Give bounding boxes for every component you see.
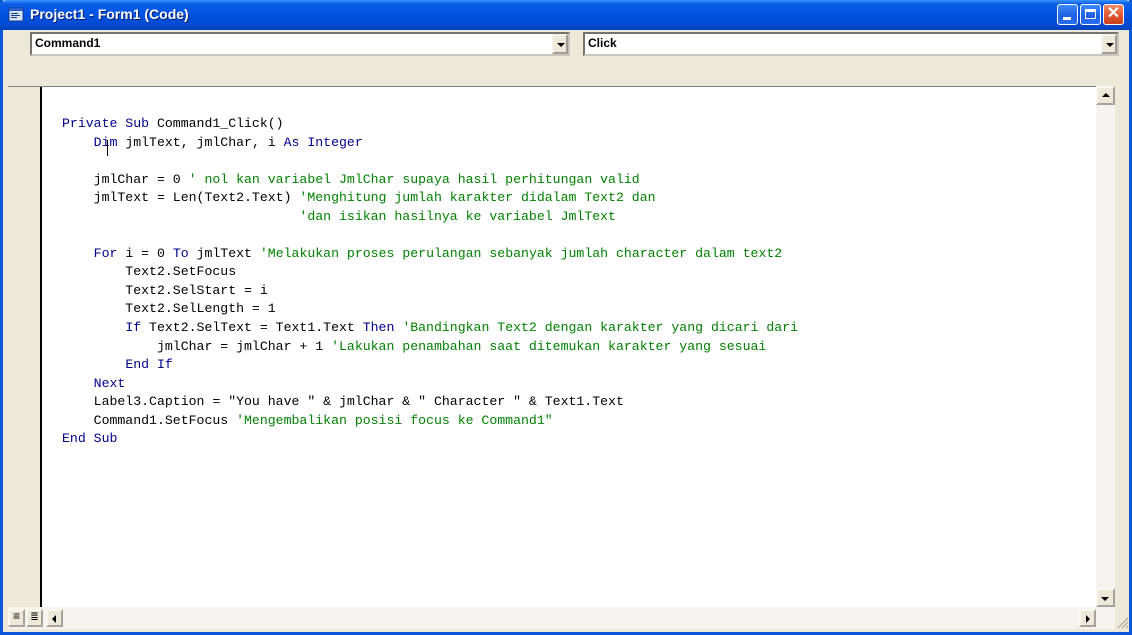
code-text[interactable]: Private Sub Command1_Click() Dim jmlText…	[62, 115, 798, 449]
code-token: i = 0	[117, 245, 173, 261]
code-token: jmlChar = 0	[62, 171, 189, 187]
vb-code-window-icon[interactable]	[8, 7, 24, 22]
code-token: jmlChar = jmlChar + 1	[62, 338, 332, 354]
code-line[interactable]: End If	[62, 356, 798, 375]
code-keyword: Next	[93, 375, 126, 391]
code-line[interactable]: 'dan isikan hasilnya ke variabel JmlText	[62, 208, 798, 227]
code-token: Text2.SelLength = 1	[62, 301, 276, 317]
close-button[interactable]: ✕	[1103, 4, 1124, 25]
scroll-left-button[interactable]	[46, 609, 63, 627]
code-token: Command1_Click()	[156, 116, 284, 131]
procedure-combo-dropdown-button[interactable]	[1101, 34, 1117, 54]
full-module-view-icon: ≣	[30, 610, 39, 624]
maximize-button[interactable]	[1080, 4, 1101, 25]
code-comment: 'Mengembalikan posisi focus ke Command1"	[236, 412, 553, 428]
scroll-right-button[interactable]	[1079, 609, 1096, 627]
code-line[interactable]: For i = 0 To jmlText 'Melakukan proses p…	[62, 245, 798, 264]
code-comment: 'Melakukan proses perulangan sebanyak ju…	[259, 245, 783, 261]
code-keyword: To	[172, 245, 189, 261]
object-combo-dropdown-button[interactable]	[552, 34, 568, 54]
code-keyword: If	[125, 320, 142, 336]
code-comment: 'Lakukan penambahan saat ditemukan karak…	[331, 338, 767, 354]
code-line[interactable]: jmlText = Len(Text2.Text) 'Menghitung ju…	[62, 189, 798, 208]
code-line[interactable]: Dim jmlText, jmlChar, i As Integer	[62, 134, 798, 153]
code-line[interactable]	[62, 226, 798, 245]
chevron-up-icon	[1102, 93, 1110, 97]
object-combo-value: Command1	[35, 36, 101, 50]
margin-indicator-bar[interactable]	[8, 87, 42, 608]
title-bar[interactable]: Project1 - Form1 (Code) ✕	[0, 0, 1132, 30]
chevron-down-icon	[1101, 597, 1109, 601]
code-comment: 'dan isikan hasilnya ke variabel JmlText	[299, 208, 616, 224]
code-line[interactable]: jmlChar = 0 ' nol kan variabel JmlChar s…	[62, 171, 798, 190]
code-line[interactable]: Label3.Caption = "You have " & jmlChar &…	[62, 393, 798, 412]
code-token: jmlText	[188, 245, 260, 261]
procedure-view-button[interactable]: ≡	[8, 609, 25, 627]
code-token: jmlText = Len(Text2.Text)	[62, 190, 300, 206]
scroll-down-button[interactable]	[1096, 588, 1115, 607]
close-icon: ✕	[1106, 5, 1121, 22]
horizontal-scroll-area: ≡ ≣	[8, 607, 1115, 629]
code-token: Text2.SelText = Text1.Text	[141, 320, 363, 336]
resize-grip-icon[interactable]	[1115, 608, 1129, 629]
code-keyword: End If	[125, 357, 173, 373]
code-keyword: Private Sub	[62, 116, 157, 131]
code-keyword: For	[93, 245, 118, 261]
code-keyword: Then	[362, 320, 395, 336]
code-keyword: As Integer	[283, 134, 363, 150]
code-token: Text2.SetFocus	[62, 264, 237, 280]
chevron-left-icon	[52, 615, 56, 623]
code-line[interactable]: jmlChar = jmlChar + 1 'Lakukan penambaha…	[62, 338, 798, 357]
code-line[interactable]: Text2.SelLength = 1	[62, 300, 798, 319]
code-keyword: End Sub	[62, 431, 118, 447]
code-comment: 'Menghitung jumlah karakter didalam Text…	[299, 190, 656, 206]
code-line[interactable]: Private Sub Command1_Click()	[62, 115, 798, 134]
code-token: Command1.SetFocus	[62, 412, 237, 428]
code-line[interactable]: Next	[62, 375, 798, 394]
code-line[interactable]: End Sub	[62, 430, 798, 449]
minimize-icon	[1063, 17, 1071, 20]
minimize-button[interactable]	[1057, 4, 1078, 25]
chevron-down-icon	[557, 43, 565, 47]
procedure-view-icon: ≡	[12, 610, 21, 624]
window-title: Project1 - Form1 (Code)	[30, 6, 189, 22]
code-token: jmlText, jmlChar, i	[117, 134, 284, 150]
maximize-icon	[1085, 9, 1096, 19]
code-comment: 'Bandingkan Text2 dengan karakter yang d…	[402, 320, 799, 336]
code-line[interactable]: Text2.SelStart = i	[62, 282, 798, 301]
code-editor[interactable]: Private Sub Command1_Click() Dim jmlText…	[8, 86, 1096, 608]
chevron-down-icon	[1106, 43, 1114, 47]
chevron-right-icon	[1086, 615, 1090, 623]
procedure-combo-value: Click	[588, 36, 617, 50]
code-line[interactable]: If Text2.SelText = Text1.Text Then 'Band…	[62, 319, 798, 338]
code-token: Label3.Caption = "You have " & jmlChar &…	[62, 394, 624, 410]
text-caret	[107, 140, 108, 156]
code-line[interactable]: Command1.SetFocus 'Mengembalikan posisi …	[62, 412, 798, 431]
scroll-up-button[interactable]	[1096, 86, 1115, 105]
code-comment: ' nol kan variabel JmlChar supaya hasil …	[188, 171, 640, 187]
object-combo[interactable]: Command1	[30, 32, 570, 56]
code-keyword: Dim	[93, 134, 118, 150]
code-line[interactable]	[62, 152, 798, 171]
full-module-view-button[interactable]: ≣	[26, 609, 43, 627]
code-token: Text2.SelStart = i	[62, 282, 268, 298]
vertical-scrollbar[interactable]	[1096, 86, 1115, 607]
code-line[interactable]: Text2.SetFocus	[62, 263, 798, 282]
procedure-combo[interactable]: Click	[583, 32, 1119, 56]
